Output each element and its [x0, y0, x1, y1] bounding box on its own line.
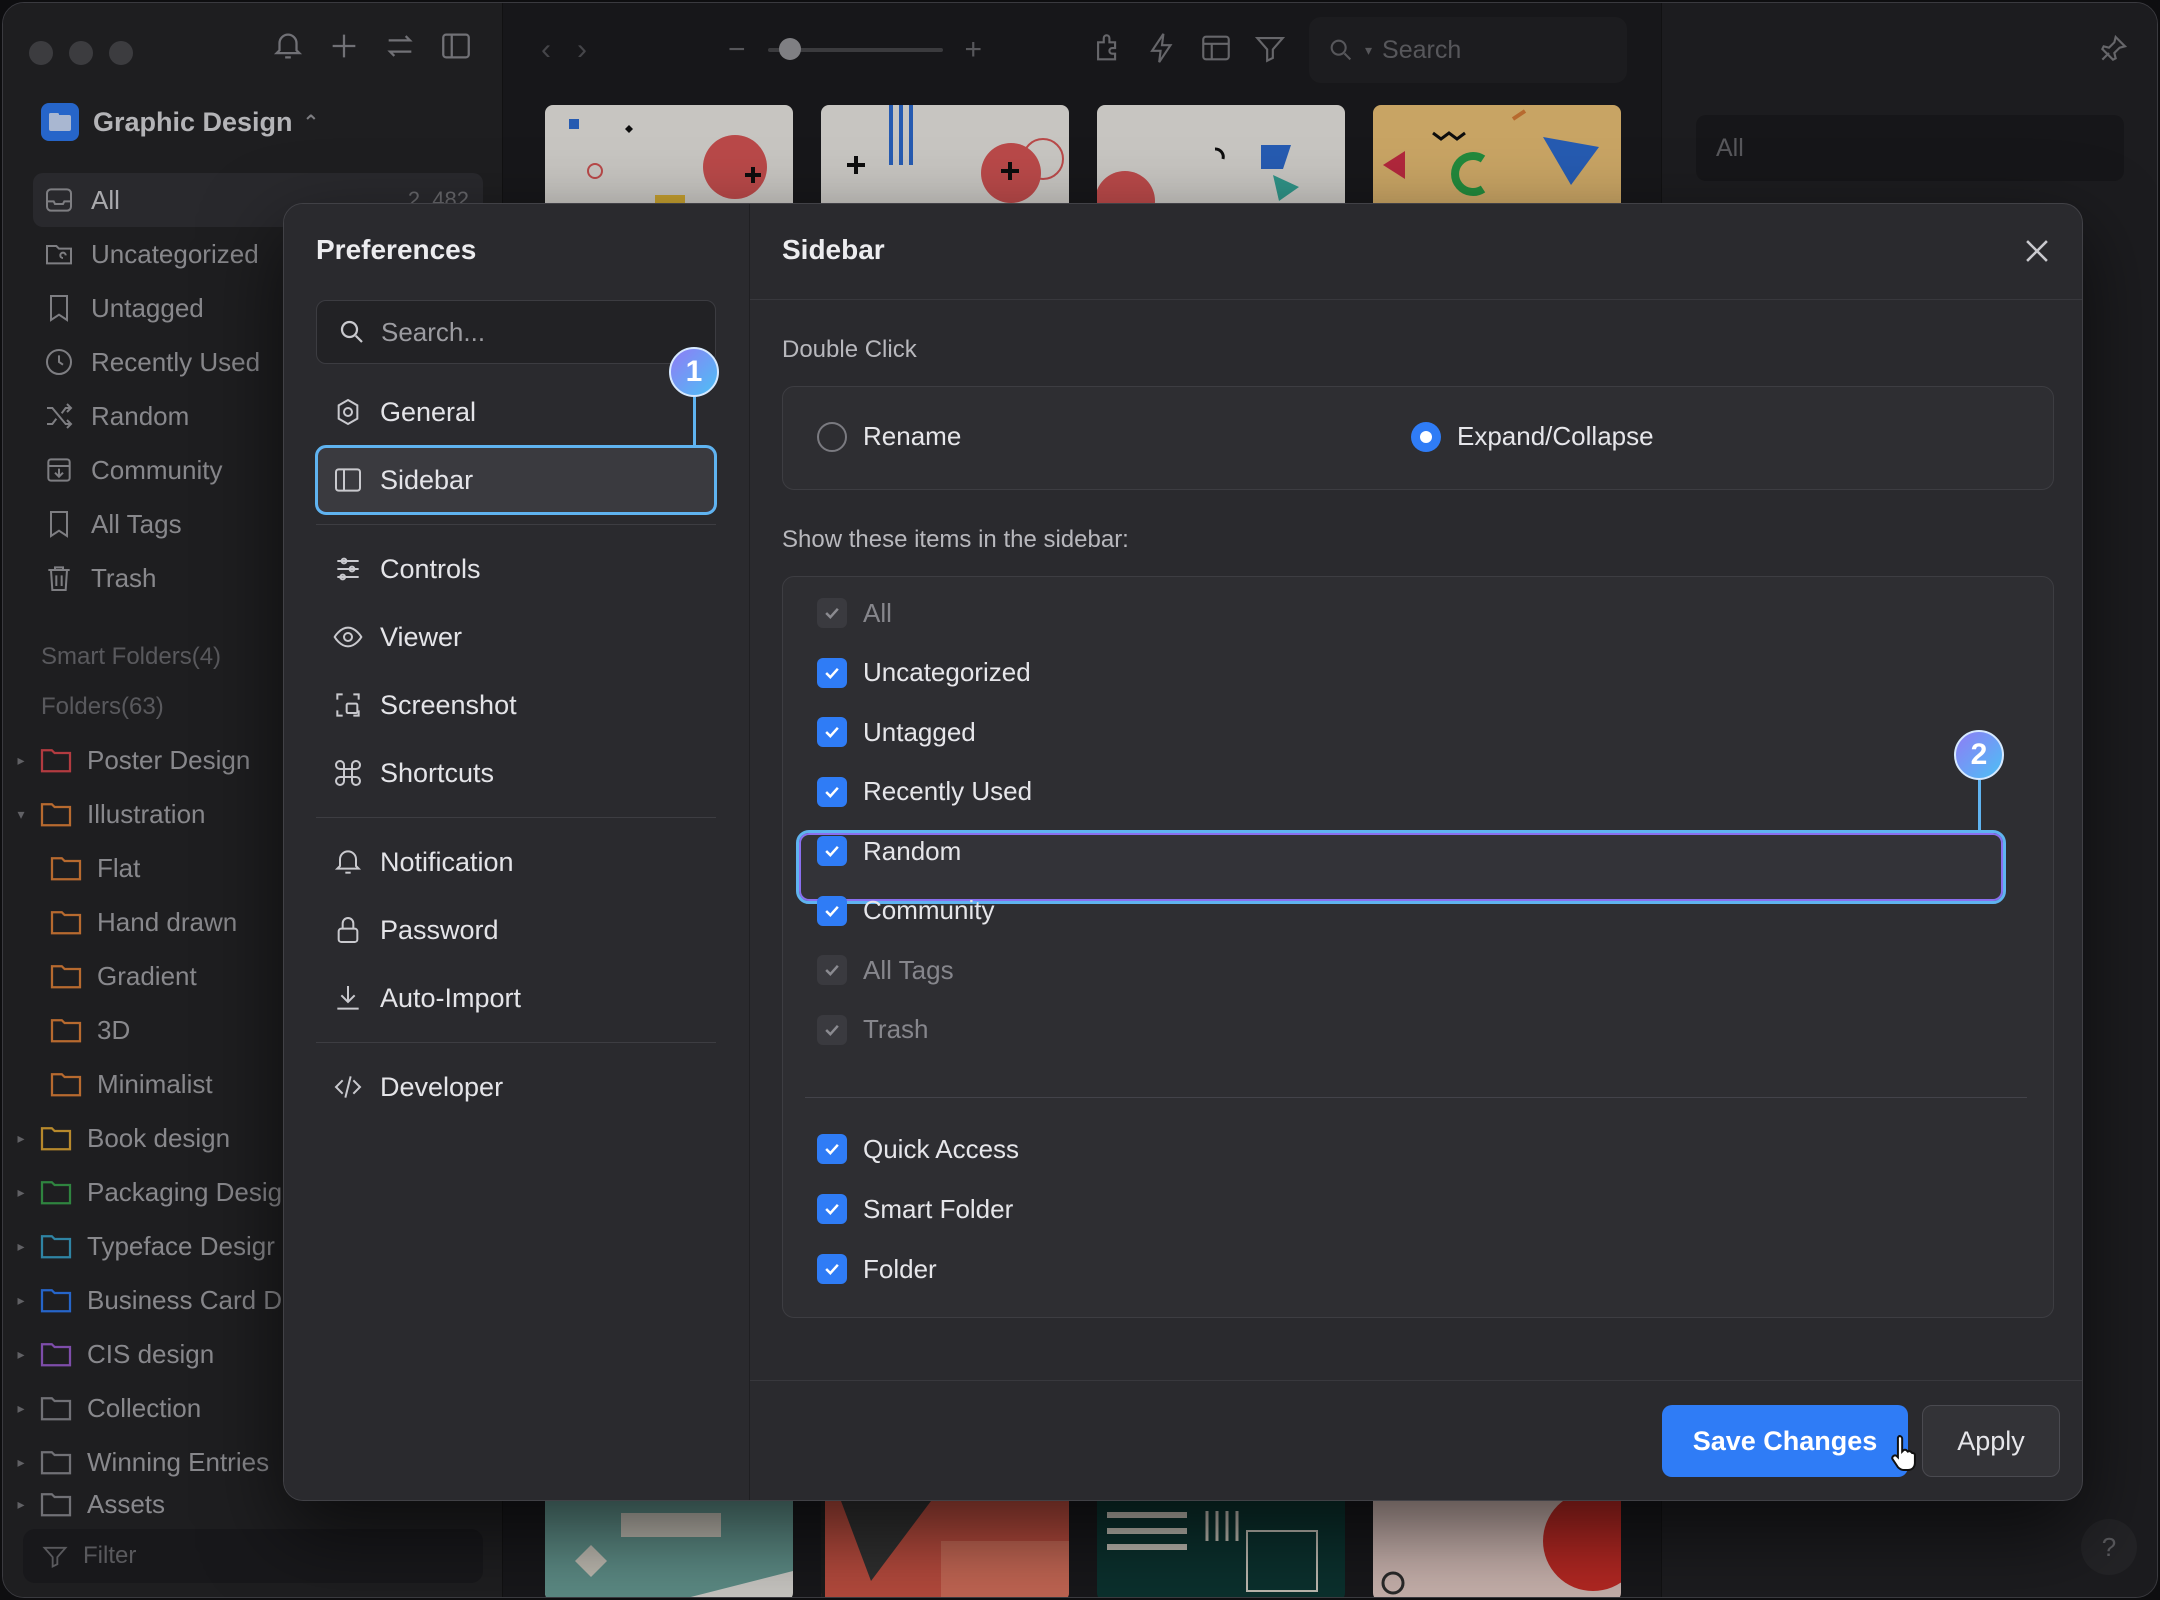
checkbox-community[interactable]: Community	[817, 881, 994, 941]
checkbox-recently-used[interactable]: Recently Used	[817, 762, 1032, 822]
pane-header: Sidebar	[750, 204, 2082, 300]
pref-nav-viewer[interactable]: Viewer	[316, 603, 716, 671]
radio-button[interactable]	[817, 421, 847, 452]
checkbox-label: All Tags	[863, 954, 954, 985]
divider	[805, 1097, 2027, 1098]
nav-label: Viewer	[380, 621, 463, 652]
search-icon	[340, 320, 363, 343]
nav-divider	[316, 524, 716, 525]
app-window: Graphic Design ⌃ All 2, 482 Uncategorize…	[2, 2, 2158, 1598]
checkbox-trash: Trash	[817, 1000, 929, 1060]
checkbox-label: Community	[863, 895, 995, 925]
checkmark-icon[interactable]	[817, 1254, 847, 1284]
save-changes-button[interactable]: Save Changes	[1662, 1405, 1908, 1477]
preferences-dialog: Preferences Search... General Sidebar Cont…	[283, 203, 2083, 1501]
nav-label: Sidebar	[380, 464, 474, 495]
nav-label: Notification	[380, 846, 514, 877]
checkbox-label: Untagged	[863, 716, 976, 747]
checkbox-label: Trash	[863, 1014, 929, 1044]
nav-divider	[316, 1042, 716, 1043]
pane-title: Sidebar	[782, 234, 885, 265]
checkmark-icon[interactable]	[817, 776, 847, 807]
checkmark-icon[interactable]	[817, 895, 847, 926]
code-icon	[334, 1076, 362, 1098]
checkbox-label: Smart Folder	[863, 1193, 1014, 1224]
pref-nav-screenshot[interactable]: Screenshot	[316, 671, 716, 739]
checkbox-label: Folder	[863, 1253, 937, 1284]
double-click-label: Double Click	[782, 336, 917, 363]
radio-label: Rename	[863, 421, 962, 451]
search-placeholder: Search...	[381, 316, 486, 347]
preferences-title: Preferences	[316, 234, 477, 265]
radio-expand-collapse[interactable]: Expand/Collapse	[1411, 421, 1654, 452]
radio-button-selected[interactable]	[1411, 421, 1441, 452]
checkbox-uncategorized[interactable]: Uncategorized	[817, 643, 1031, 703]
pref-nav-developer[interactable]: Developer	[316, 1053, 716, 1121]
nav-label: Controls	[380, 553, 481, 584]
pref-nav-auto-import[interactable]: Auto-Import	[316, 964, 716, 1032]
nav-label: Password	[380, 914, 499, 945]
download-icon	[337, 986, 359, 1010]
nav-label: Screenshot	[380, 689, 517, 720]
checkbox-label: Recently Used	[863, 776, 1033, 806]
nav-label: Auto-Import	[380, 982, 522, 1013]
nav-label: Shortcuts	[380, 757, 495, 788]
checkbox-label: Random	[863, 835, 962, 866]
sliders-icon	[337, 557, 359, 581]
checkbox-folder[interactable]: Folder	[817, 1239, 937, 1299]
radio-rename[interactable]: Rename	[817, 421, 961, 452]
gear-icon	[337, 398, 359, 426]
preferences-nav-pane: Preferences Search... General Sidebar Cont…	[284, 204, 750, 1500]
nav-divider	[316, 817, 716, 818]
preferences-nav: General Sidebar Controls Viewer Screenshot Sh…	[315, 378, 717, 1121]
checkbox-label: Uncategorized	[863, 657, 1031, 687]
eye-icon	[333, 626, 363, 648]
hand-pointer-icon	[1891, 1435, 1916, 1471]
lock-icon	[337, 917, 359, 943]
checkbox-all-tags: All Tags	[817, 940, 954, 1000]
show-items-label: Show these items in the sidebar:	[782, 526, 1129, 553]
callout-badge-2: 2	[1954, 730, 2004, 780]
checkmark-icon	[817, 955, 847, 985]
dialog-footer: Save Changes Apply	[750, 1380, 2082, 1500]
command-icon	[335, 760, 361, 786]
pref-nav-controls[interactable]: Controls	[316, 535, 716, 603]
pref-nav-sidebar[interactable]: Sidebar	[315, 445, 717, 515]
nav-label: General	[380, 396, 477, 427]
pref-nav-general[interactable]: General	[316, 378, 716, 446]
callout-connector	[693, 397, 696, 447]
pref-nav-password[interactable]: Password	[316, 896, 716, 964]
callout-connector	[1978, 780, 1981, 832]
checkmark-icon[interactable]	[817, 1134, 847, 1164]
checkmark-icon[interactable]	[817, 657, 847, 688]
sidebar-items-list: All Uncategorized Untagged Recently Used Ran…	[782, 576, 2054, 1318]
callout-badge-1: 1	[669, 347, 719, 397]
checkbox-label: Quick Access	[863, 1133, 1020, 1164]
double-click-options: Rename Expand/Collapse	[782, 386, 2054, 490]
screenshot-icon	[336, 693, 360, 717]
checkmark-icon[interactable]	[817, 836, 847, 866]
nav-label: Developer	[380, 1071, 504, 1102]
checkbox-untagged[interactable]: Untagged	[817, 702, 976, 762]
radio-label: Expand/Collapse	[1457, 421, 1654, 451]
checkbox-label: All	[863, 597, 892, 628]
pref-nav-notification[interactable]: Notification	[316, 828, 716, 896]
sidebar-settings-pane: Sidebar Double Click Rename Expand/Colla…	[750, 204, 2082, 1500]
checkmark-icon[interactable]	[817, 1194, 847, 1224]
checkmark-icon	[817, 598, 847, 628]
apply-button[interactable]: Apply	[1922, 1405, 2060, 1477]
preferences-search-input[interactable]: Search...	[316, 300, 716, 364]
checkbox-quick-access[interactable]: Quick Access	[817, 1119, 1019, 1179]
sidebar-icon	[335, 468, 361, 492]
checkmark-icon[interactable]	[817, 717, 847, 747]
checkmark-icon	[817, 1014, 847, 1045]
checkbox-smart-folder[interactable]: Smart Folder	[817, 1179, 1013, 1239]
close-icon[interactable]	[2020, 234, 2054, 268]
checkbox-random[interactable]: Random	[817, 821, 961, 881]
bell-icon	[334, 850, 362, 874]
pref-nav-shortcuts[interactable]: Shortcuts	[316, 739, 716, 807]
checkbox-all: All	[817, 583, 892, 643]
